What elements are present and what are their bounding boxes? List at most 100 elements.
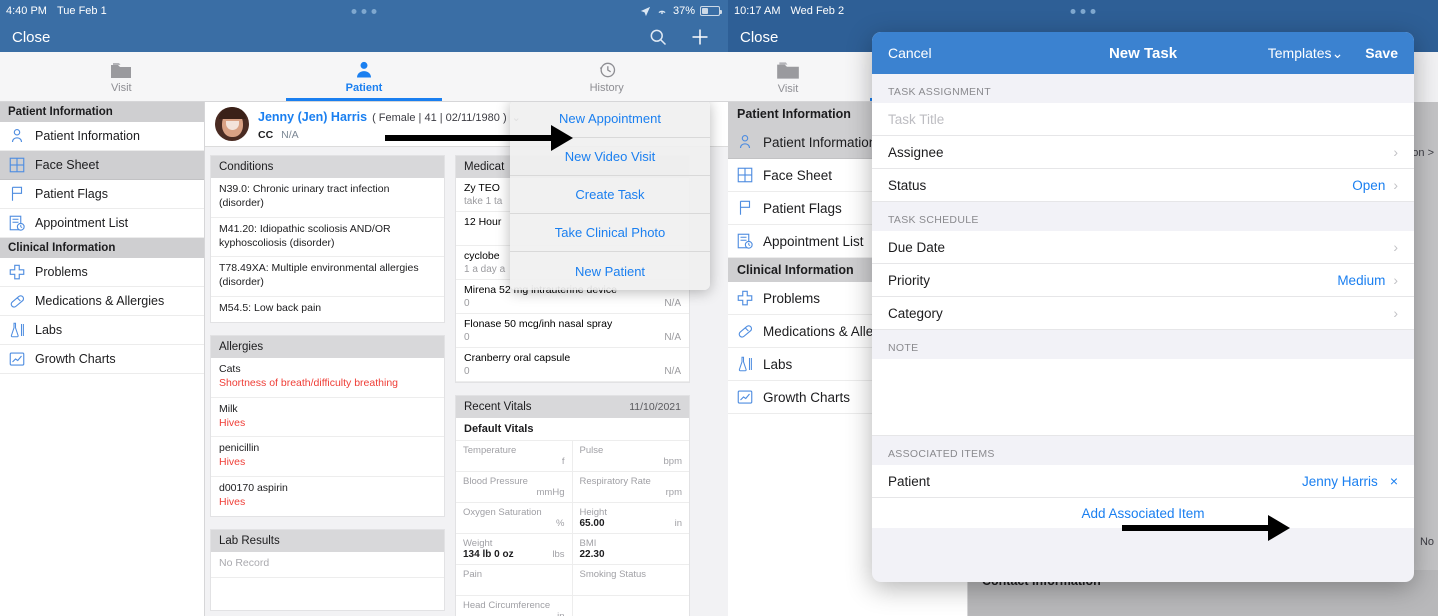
empty-state: No Record [211, 552, 444, 578]
tab-visit[interactable]: Visit [0, 52, 243, 101]
menu-item-take-clinical-photo[interactable]: Take Clinical Photo [510, 214, 710, 252]
sidebar-item-patient-flags[interactable]: Patient Flags [0, 180, 204, 209]
due-date-row[interactable]: Due Date › [872, 231, 1414, 264]
allergy-reaction: Hives [219, 496, 246, 509]
status-date: Tue Feb 1 [56, 5, 107, 17]
sidebar-item-label: Medications & Alle [763, 323, 874, 339]
category-row[interactable]: Category › [872, 297, 1414, 330]
flask-icon [738, 356, 752, 372]
assignee-row[interactable]: Assignee › [872, 136, 1414, 169]
close-icon[interactable]: × [1390, 473, 1398, 489]
list-item[interactable]: Cats Shortness of breath/difficulty brea… [211, 358, 444, 398]
allergies-card: Allergies Cats Shortness of breath/diffi… [210, 335, 445, 517]
vital-unit: bpm [663, 456, 682, 467]
task-title-input[interactable]: Task Title [872, 103, 1414, 136]
group-header-task-assignment: TASK ASSIGNMENT [888, 86, 991, 98]
list-item[interactable]: d00170 aspirin Hives [211, 477, 444, 516]
vital-cell: Weight 134 lb 0 oz lbs [456, 534, 573, 565]
list-item[interactable]: Cranberry oral capsule 0 N/A [456, 348, 689, 382]
sidebar-item-label: Medications & Allergies [35, 294, 165, 308]
medication-date: N/A [664, 366, 681, 377]
sidebar-item-medications-allergies[interactable]: Medications & Allergies [0, 287, 204, 316]
list-item[interactable]: N39.0: Chronic urinary tract infection (… [211, 178, 444, 218]
sidebar-item-labs[interactable]: Labs [0, 316, 204, 345]
tab-visit[interactable]: Visit [728, 52, 848, 101]
tab-history[interactable]: History [485, 52, 728, 101]
vital-unit: in [557, 611, 564, 616]
modal-title-bar: Cancel New Task Templates⌄ Save [872, 32, 1414, 74]
medication-date: N/A [664, 332, 681, 343]
multitask-handle[interactable] [1070, 8, 1096, 14]
row-label: Category [888, 305, 943, 321]
sidebar-item-appointment-list[interactable]: Appointment List [0, 209, 204, 238]
list-item[interactable]: T78.49XA: Multiple environmental allergi… [211, 257, 444, 298]
associated-patient-row[interactable]: Patient Jenny Harris × [872, 465, 1414, 498]
sidebar-item-face-sheet[interactable]: Face Sheet [0, 151, 204, 180]
vital-cell: Blood Pressure mmHg [456, 472, 573, 503]
vital-label: Oxygen Saturation [463, 507, 542, 518]
allergy-name: Cats [219, 363, 241, 376]
patient-name[interactable]: Jenny (Jen) Harris [258, 110, 367, 124]
chevron-right-icon: › [1393, 144, 1398, 160]
sidebar-item-label: Appointment List [763, 233, 864, 249]
medication-date: N/A [664, 298, 681, 309]
menu-item-create-task[interactable]: Create Task [510, 176, 710, 214]
priority-row[interactable]: Priority Medium › [872, 264, 1414, 297]
allergy-reaction: Hives [219, 456, 246, 469]
multitask-handle[interactable] [351, 8, 377, 14]
plus-icon[interactable] [690, 27, 710, 47]
vitals-section-title: Default Vitals [456, 418, 689, 441]
note-textarea[interactable] [872, 359, 1414, 436]
search-icon[interactable] [648, 27, 668, 47]
vital-label: Blood Pressure [463, 476, 528, 487]
save-button[interactable]: Save [1365, 45, 1398, 61]
medication-detail: 1 a day a [464, 264, 506, 275]
list-item[interactable]: M41.20: Idiopathic scoliosis AND/OR kyph… [211, 218, 444, 258]
sidebar-item-label: Problems [35, 265, 88, 279]
vitals-date: 11/10/2021 [629, 401, 681, 413]
cancel-button[interactable]: Cancel [888, 45, 932, 61]
sidebar-header-patient-information: Patient Information [0, 102, 204, 122]
vital-value: 134 lb 0 oz [463, 549, 514, 560]
plus-cross-icon [9, 264, 25, 280]
vital-unit: f [561, 456, 565, 467]
lab-results-card: Lab Results No Record [210, 528, 445, 611]
tab-patient[interactable]: Patient [243, 52, 486, 101]
associated-patient-value[interactable]: Jenny Harris [1302, 474, 1378, 489]
vital-unit: rpm [665, 487, 682, 498]
status-row[interactable]: Status Open › [872, 169, 1414, 202]
card-title: Allergies [211, 336, 444, 359]
list-item[interactable]: Flonase 50 mcg/inh nasal spray 0 N/A [456, 314, 689, 348]
card-title: Lab Results [211, 529, 444, 552]
vital-cell: Pulse bpm [572, 441, 689, 472]
sidebar-item-growth-charts[interactable]: Growth Charts [0, 345, 204, 374]
chevron-right-icon: › [1393, 272, 1398, 288]
medication-name: Cranberry oral capsule [464, 352, 571, 364]
list-item[interactable]: Milk Hives [211, 398, 444, 438]
patient-meta: ( Female | 41 | 02/11/1980 ) [372, 111, 507, 124]
tab-label: Patient [345, 81, 383, 94]
list-item[interactable]: M54.5: Low back pain [211, 297, 444, 322]
left-tab-bar: Visit Patient History [0, 52, 728, 102]
close-button[interactable]: Close [740, 29, 778, 46]
sidebar-item-label: Patient Flags [763, 200, 842, 216]
vital-cell: Temperature f [456, 441, 573, 472]
sidebar-item-label: Face Sheet [763, 167, 833, 183]
medication-count: 0 [464, 366, 470, 377]
allergy-name: Milk [219, 402, 238, 415]
grid-icon [737, 167, 753, 183]
list-item[interactable]: penicillin Hives [211, 437, 444, 478]
sidebar-item-label: Labs [763, 356, 793, 372]
sidebar-item-label: Face Sheet [35, 158, 99, 172]
appointment-list-icon [9, 215, 25, 231]
close-button[interactable]: Close [12, 29, 50, 46]
flask-icon [10, 322, 24, 338]
row-label: Patient [888, 473, 931, 489]
menu-item-new-patient[interactable]: New Patient [510, 252, 710, 290]
clock-back-icon [599, 62, 615, 77]
sidebar-item-problems[interactable]: Problems [0, 258, 204, 287]
templates-button[interactable]: Templates⌄ [1268, 45, 1344, 62]
vital-cell: Height 65.00 in [572, 503, 689, 534]
chevron-right-icon: › [1393, 305, 1398, 321]
sidebar-item-patient-information[interactable]: Patient Information [0, 122, 204, 151]
